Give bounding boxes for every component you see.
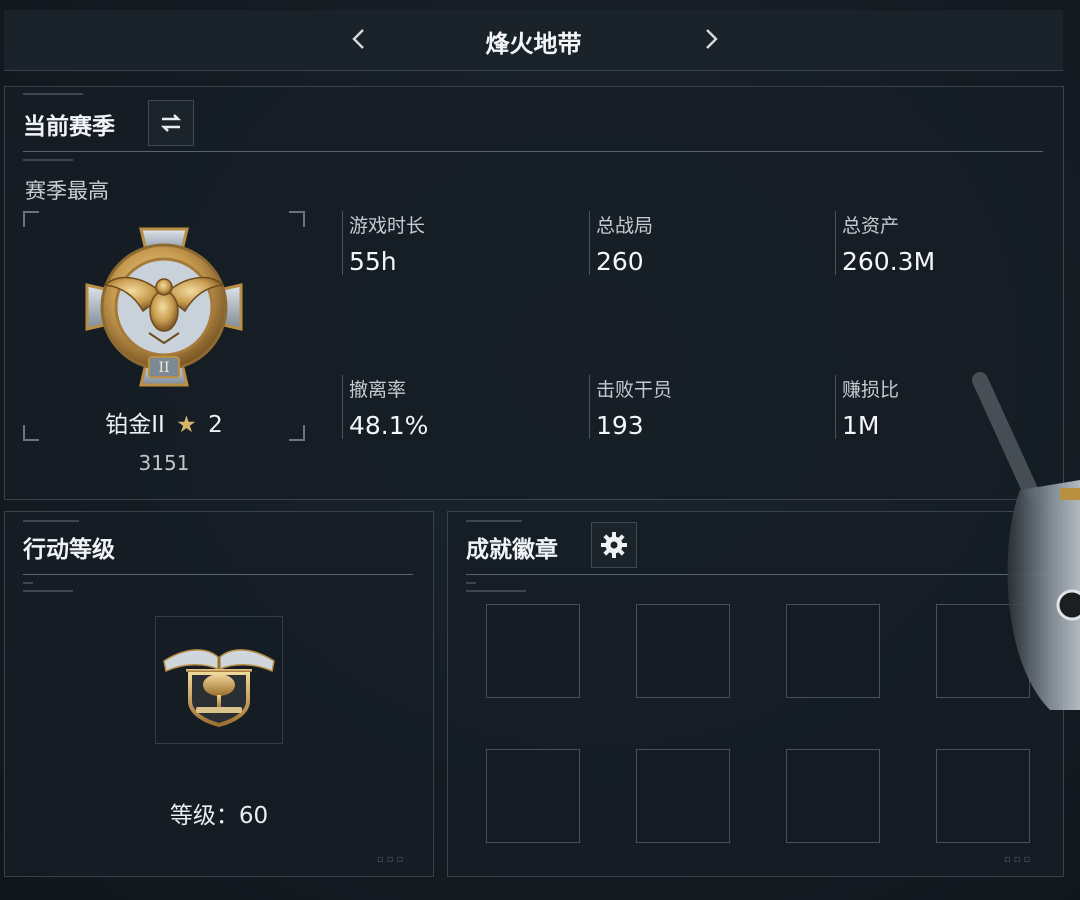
helicopter-decor-icon bbox=[972, 372, 1080, 710]
decor-line bbox=[23, 582, 33, 584]
stat-playtime: 游戏时长 55h bbox=[342, 211, 543, 276]
stat-label: 撤离率 bbox=[349, 379, 407, 401]
badge-slot[interactable] bbox=[636, 749, 730, 843]
stat-value: 260 bbox=[596, 247, 644, 276]
stat-value: 193 bbox=[596, 411, 644, 440]
stat-assets: 总资产 260.3M bbox=[835, 211, 1036, 276]
stat-value: 260.3M bbox=[842, 247, 936, 276]
medal-numeral: II bbox=[158, 360, 169, 376]
decor-line bbox=[23, 520, 79, 522]
divider bbox=[466, 574, 1046, 575]
rank-medal-frame: II 铂金II ★ 2 3151 bbox=[23, 211, 305, 475]
rank-line: 铂金II ★ 2 bbox=[23, 405, 305, 439]
stat-label: 击败干员 bbox=[596, 379, 673, 401]
rank-name: 铂金II bbox=[105, 412, 165, 438]
stat-label: 总战局 bbox=[596, 215, 654, 237]
divider bbox=[23, 151, 1043, 152]
operation-level-panel: 行动等级 等级：60 ▫▫▫ bbox=[4, 511, 434, 877]
platinum-eagle-medal-icon: II bbox=[85, 227, 243, 387]
stat-kills: 击败干员 193 bbox=[589, 375, 790, 440]
divider bbox=[23, 574, 413, 575]
badge-slot[interactable] bbox=[636, 604, 730, 698]
stat-extract-rate: 撤离率 48.1% bbox=[342, 375, 543, 440]
badge-slot[interactable] bbox=[486, 749, 580, 843]
gear-icon bbox=[601, 532, 627, 558]
achievement-title: 成就徽章 bbox=[466, 537, 558, 563]
decor-marks: ▫▫▫ bbox=[1004, 854, 1034, 865]
swap-season-button[interactable] bbox=[148, 100, 194, 146]
season-panel: 当前赛季 赛季最高 II 铂金II ★ 2 3151 游戏时长 55h 总战局 … bbox=[4, 86, 1064, 500]
swap-icon bbox=[160, 114, 182, 132]
stat-value: 55h bbox=[349, 247, 397, 276]
helicopter-wings-icon bbox=[163, 649, 275, 728]
badge-slot[interactable] bbox=[486, 604, 580, 698]
decor-line bbox=[466, 590, 526, 592]
rank-score: 3151 bbox=[138, 451, 190, 475]
badge-slot[interactable] bbox=[936, 749, 1030, 843]
operation-level-title: 行动等级 bbox=[23, 537, 115, 563]
level-badge bbox=[155, 616, 283, 744]
level-text: 等级：60 bbox=[169, 803, 269, 829]
decor-line bbox=[466, 520, 522, 522]
chevron-right-icon[interactable] bbox=[696, 24, 726, 54]
season-title: 当前赛季 bbox=[23, 114, 115, 140]
star-icon: ★ bbox=[176, 412, 197, 438]
stat-label: 总资产 bbox=[842, 215, 900, 237]
decor-line bbox=[23, 590, 73, 592]
top-bar: 烽火地带 bbox=[4, 10, 1063, 71]
achievement-settings-button[interactable] bbox=[591, 522, 637, 568]
badge-slot[interactable] bbox=[786, 749, 880, 843]
stat-value: 1M bbox=[842, 411, 880, 440]
season-best-label: 赛季最高 bbox=[25, 179, 109, 203]
rank-stars: 2 bbox=[208, 412, 223, 438]
stat-value: 48.1% bbox=[349, 411, 429, 440]
decor-line bbox=[23, 159, 73, 161]
decor-line bbox=[23, 93, 83, 95]
badge-slot[interactable] bbox=[786, 604, 880, 698]
stat-label: 游戏时长 bbox=[349, 215, 426, 237]
decor-line bbox=[466, 582, 476, 584]
stat-matches: 总战局 260 bbox=[589, 211, 790, 276]
stat-label: 赚损比 bbox=[842, 379, 900, 401]
mode-title: 烽火地带 bbox=[485, 30, 582, 58]
decor-marks: ▫▫▫ bbox=[377, 854, 407, 865]
